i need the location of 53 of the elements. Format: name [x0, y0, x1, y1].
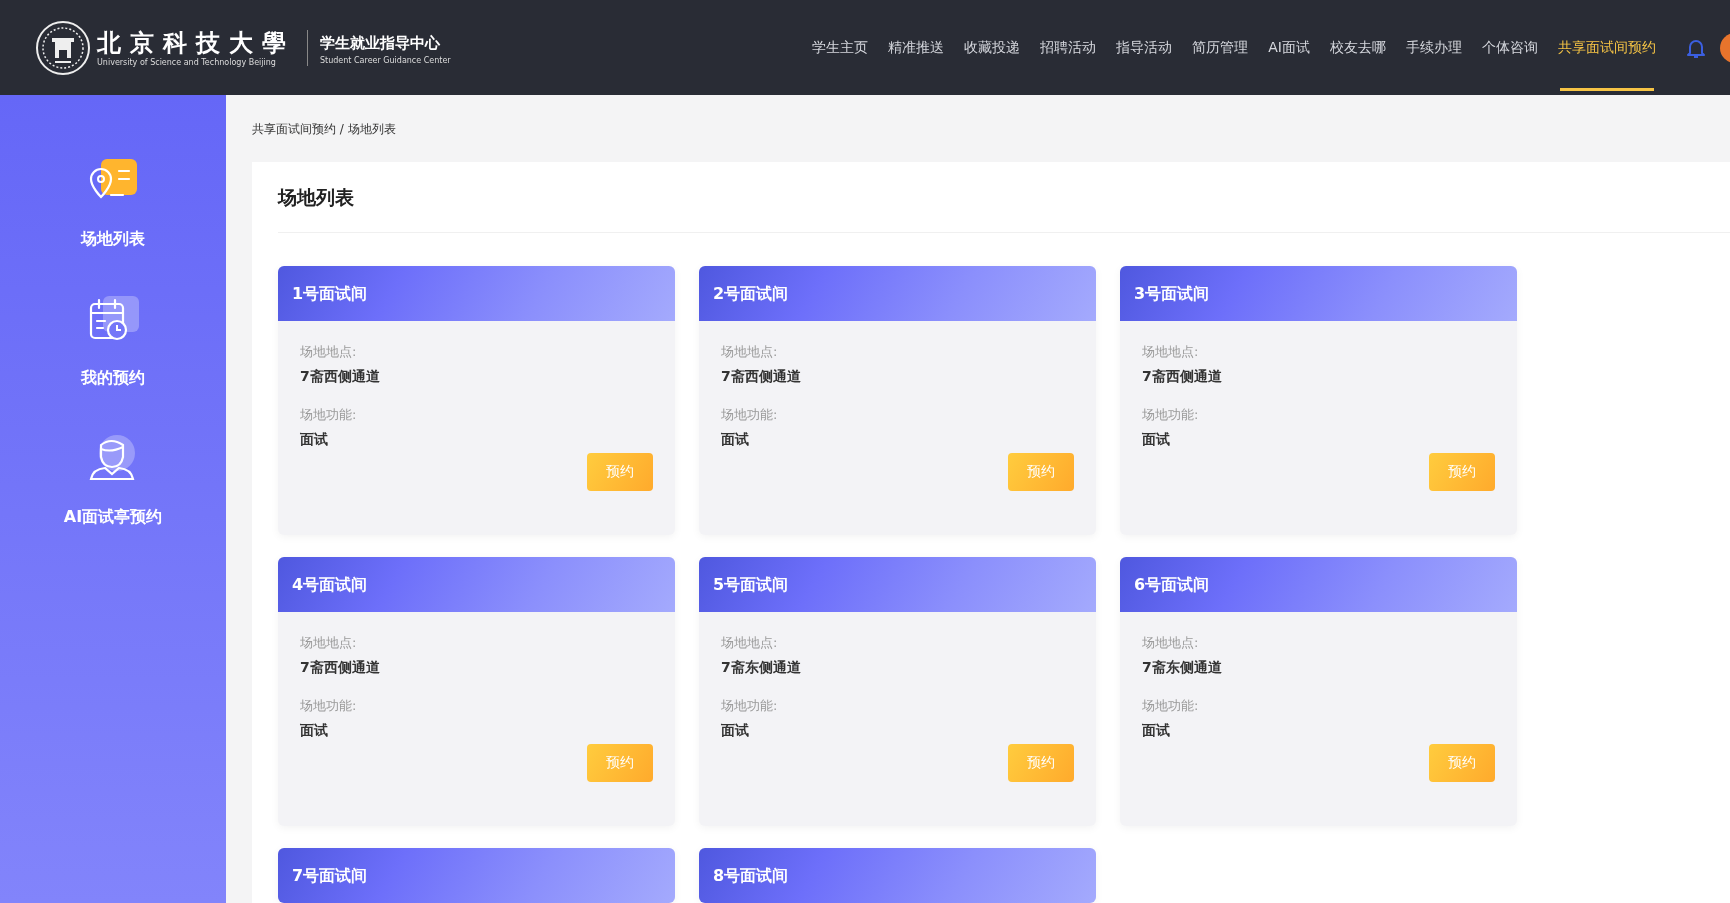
room-title: 3号面试间 — [1120, 266, 1517, 321]
room-title: 8号面试间 — [699, 848, 1096, 903]
location-label: 场地地点: — [1142, 343, 1200, 361]
university-name-english: University of Science and Technology Beijing — [97, 57, 277, 68]
location-label: 场地地点: — [300, 343, 358, 361]
function-value: 面试 — [721, 430, 750, 449]
nav-item[interactable]: 精准推送 — [878, 0, 955, 95]
nav-item[interactable]: 招聘活动 — [1030, 0, 1107, 95]
room-title: 6号面试间 — [1120, 557, 1517, 612]
location-label: 场地地点: — [721, 343, 779, 361]
university-emblem-icon — [35, 19, 91, 76]
function-value: 面试 — [1142, 430, 1171, 449]
location-label: 场地地点: — [300, 634, 358, 652]
university-name: 北京科技大學 — [97, 27, 295, 58]
center-name-english: Student Career Guidance Center — [320, 55, 451, 66]
location-value: 7斋东侧通道 — [1142, 658, 1223, 677]
function-value: 面试 — [300, 430, 329, 449]
sidebar-item[interactable]: 场地列表 — [81, 155, 145, 250]
nav-item[interactable]: 共享面试间预约 — [1548, 0, 1666, 95]
function-label: 场地功能: — [1142, 406, 1200, 424]
location-label: 场地地点: — [721, 634, 779, 652]
function-label: 场地功能: — [721, 406, 779, 424]
location-value: 7斋西侧通道 — [721, 367, 802, 386]
room-title: 1号面试间 — [278, 266, 675, 321]
center-name: 学生就业指导中心 — [320, 32, 441, 54]
location-label: 场地地点: — [1142, 634, 1200, 652]
sidebar-item[interactable]: AI面试亭预约 — [63, 433, 163, 528]
room-title: 4号面试间 — [278, 557, 675, 612]
location-value: 7斋西侧通道 — [300, 658, 381, 677]
room-title: 5号面试间 — [699, 557, 1096, 612]
room-title: 2号面试间 — [699, 266, 1096, 321]
nav-item[interactable]: 学生主页 — [802, 0, 879, 95]
nav-item[interactable]: 收藏投递 — [954, 0, 1031, 95]
room-title: 7号面试间 — [278, 848, 675, 903]
location-value: 7斋东侧通道 — [721, 658, 802, 677]
location-value: 7斋西侧通道 — [1142, 367, 1223, 386]
nav-item[interactable]: 简历管理 — [1182, 0, 1259, 95]
nav-item[interactable]: 校友去哪 — [1320, 0, 1396, 95]
panel-title: 场地列表 — [278, 162, 1730, 233]
function-value: 面试 — [300, 721, 329, 740]
nav-item[interactable]: 个体咨询 — [1472, 0, 1548, 95]
function-label: 场地功能: — [300, 406, 358, 424]
location-value: 7斋西侧通道 — [300, 367, 381, 386]
nav-item[interactable]: 指导活动 — [1106, 0, 1183, 95]
sidebar-item[interactable]: 我的预约 — [81, 294, 145, 389]
nav-item[interactable]: 手续办理 — [1396, 0, 1472, 95]
function-value: 面试 — [1142, 721, 1171, 740]
function-value: 面试 — [721, 721, 750, 740]
function-label: 场地功能: — [721, 697, 779, 715]
function-label: 场地功能: — [300, 697, 358, 715]
breadcrumb: 共享面试间预约 / 场地列表 — [252, 121, 397, 138]
function-label: 场地功能: — [1142, 697, 1200, 715]
nav-item[interactable]: AI面试 — [1258, 0, 1320, 95]
